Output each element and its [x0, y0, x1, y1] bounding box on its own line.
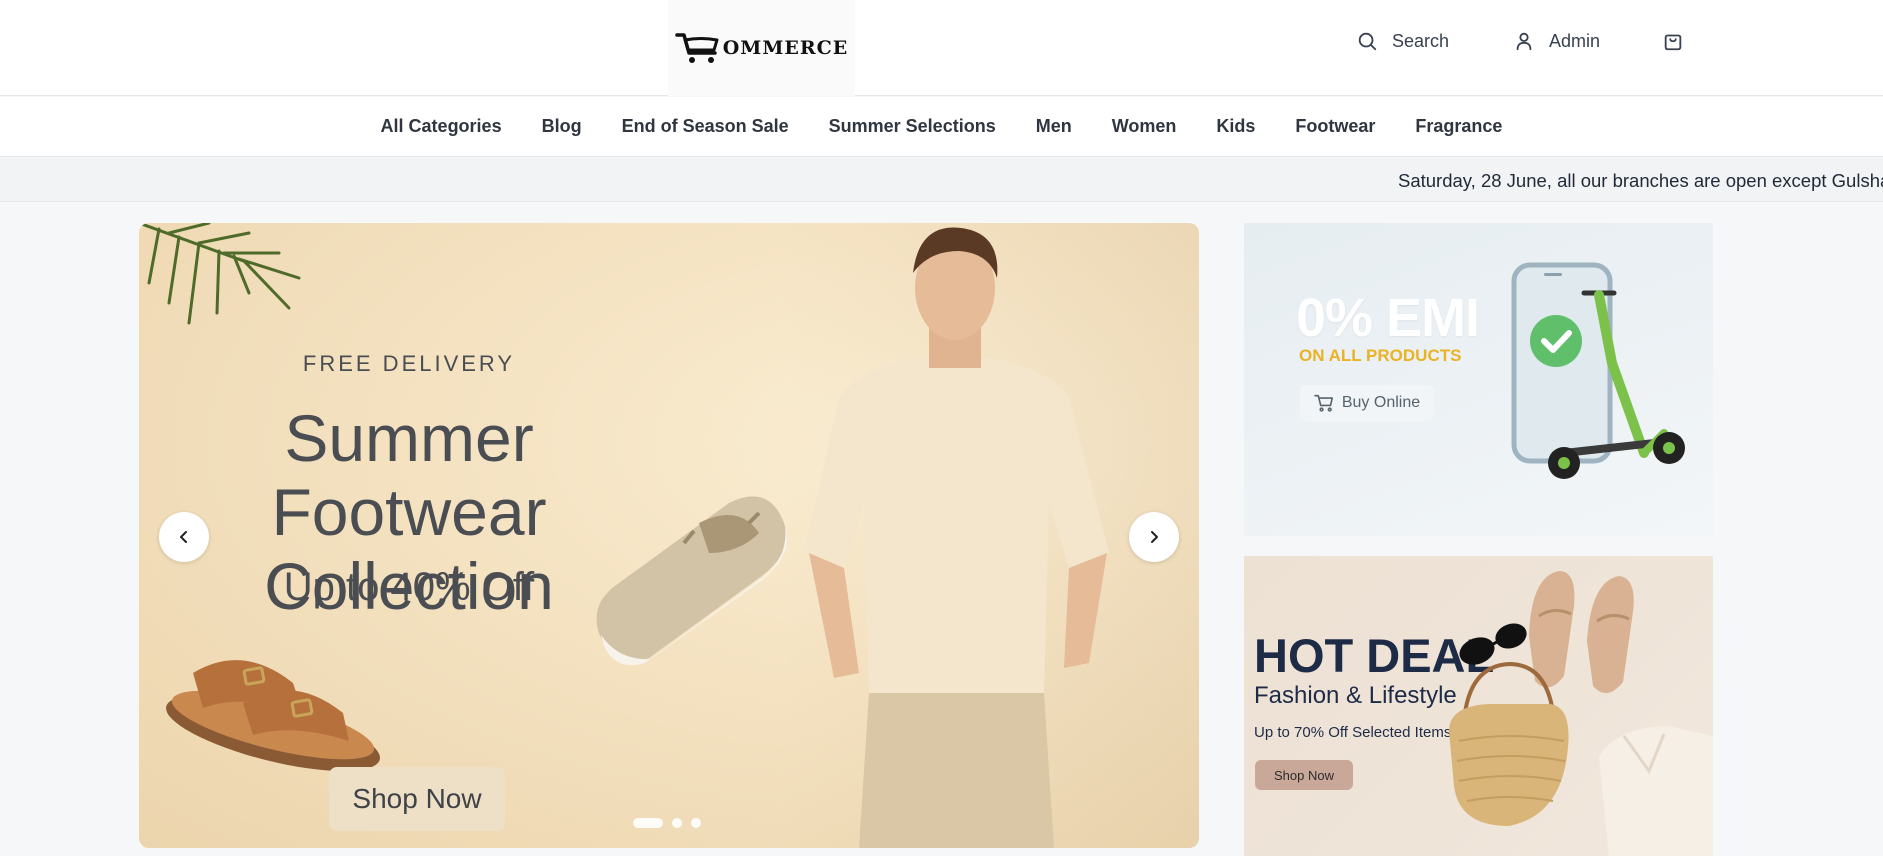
sandal-image — [166, 660, 380, 772]
hot-deal-offer-text: Up to 70% Off Selected Items — [1254, 724, 1452, 741]
nav-item-end-of-season-sale[interactable]: End of Season Sale — [622, 116, 789, 137]
carousel-prev-button[interactable] — [159, 512, 209, 562]
emi-subtitle: ON ALL PRODUCTS — [1299, 346, 1462, 365]
nav-item-fragrance[interactable]: Fragrance — [1415, 116, 1502, 137]
nav-item-kids[interactable]: Kids — [1216, 116, 1255, 137]
emi-promo-banner[interactable]: 0% EMI ON ALL PRODUCTS Buy Online — [1244, 223, 1713, 536]
chevron-right-icon — [1151, 531, 1158, 543]
carousel-next-button[interactable] — [1129, 512, 1179, 562]
palm-leaf-image — [139, 223, 301, 325]
user-icon — [1516, 32, 1532, 51]
logo-text: OMMERCE — [722, 37, 849, 59]
shopping-bag-icon — [1664, 34, 1682, 51]
buy-online-label: Buy Online — [1341, 394, 1421, 411]
logo-link[interactable]: OMMERCE — [668, 0, 855, 96]
account-label: Admin — [1549, 30, 1601, 51]
nav-item-blog[interactable]: Blog — [542, 116, 582, 137]
site-header: OMMERCE Search Admin — [0, 0, 1883, 96]
nav-item-footwear[interactable]: Footwear — [1295, 116, 1375, 137]
nav-item-men[interactable]: Men — [1036, 116, 1072, 137]
search-icon — [1358, 32, 1377, 51]
carousel-dots — [633, 818, 701, 828]
model-image — [804, 227, 1109, 848]
chevron-left-icon — [180, 531, 187, 543]
carousel-dot-3[interactable] — [691, 818, 701, 828]
announcement-ticker: Saturday, 28 June, all our branches are … — [0, 158, 1883, 202]
emi-title: 0% EMI — [1296, 288, 1480, 348]
nav-item-summer-selections[interactable]: Summer Selections — [829, 116, 996, 137]
slip-on-shoe-image — [596, 496, 787, 666]
hot-deal-subtitle: Fashion & Lifestyle — [1254, 682, 1457, 709]
category-nav: All Categories Blog End of Season Sale S… — [0, 97, 1883, 157]
hot-deal-shop-now-button[interactable]: Shop Now — [1255, 760, 1353, 790]
hero-shop-now-button[interactable]: Shop Now — [329, 767, 505, 831]
account-button[interactable]: Admin — [1513, 30, 1600, 52]
cart-icon — [1314, 394, 1333, 412]
phone-scooter-image — [1511, 262, 1685, 479]
logo: OMMERCE — [675, 31, 849, 65]
carousel-dot-1[interactable] — [633, 818, 663, 828]
nav-item-women[interactable]: Women — [1112, 116, 1177, 137]
cart-logo-icon — [675, 33, 719, 63]
hero-kicker: FREE DELIVERY — [302, 351, 516, 376]
announcement-text: Saturday, 28 June, all our branches are … — [1398, 170, 1883, 191]
fashion-products-image — [1449, 571, 1713, 856]
carousel-dot-2[interactable] — [672, 818, 682, 828]
buy-online-button[interactable]: Buy Online — [1300, 385, 1434, 421]
nav-item-all-categories[interactable]: All Categories — [381, 116, 502, 137]
hot-deal-banner[interactable]: HOT DEAL Fashion & Lifestyle Up to 70% O… — [1244, 556, 1713, 856]
cart-button[interactable] — [1662, 30, 1684, 52]
hero-carousel: FREE DELIVERY Summer Footwear Collection… — [139, 223, 1199, 848]
search-button[interactable]: Search — [1356, 30, 1449, 52]
search-label: Search — [1392, 30, 1450, 51]
